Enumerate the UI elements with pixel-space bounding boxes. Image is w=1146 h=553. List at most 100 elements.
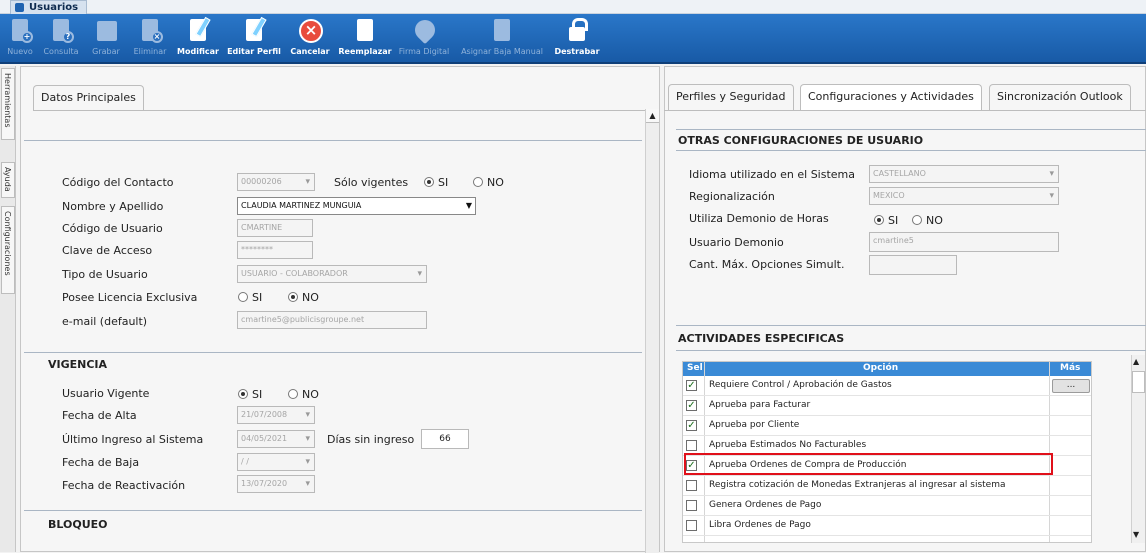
checkbox-checked-icon[interactable]: ✓	[686, 400, 697, 411]
scroll-up-arrow-icon[interactable]: ▲	[1133, 357, 1139, 366]
table-header: Sel Opción Más	[683, 362, 1091, 376]
demonio-si-radio[interactable]: SI	[874, 214, 898, 227]
table-row[interactable]: Genera Ordenes de Pago	[683, 496, 1091, 516]
fecha-reactivacion-field[interactable]: 13/07/2020	[237, 475, 315, 493]
section-divider	[676, 150, 1146, 151]
section-divider	[676, 129, 1146, 130]
codigo-usuario-field[interactable]: CMARTINE	[237, 219, 313, 237]
solo-vigentes-no-radio[interactable]: NO	[473, 176, 504, 189]
radio-label: NO	[302, 388, 319, 401]
table-row[interactable]: ✓ Aprueba por Cliente	[683, 416, 1091, 436]
signature-drop-icon	[410, 15, 440, 45]
assign-document-icon	[488, 17, 516, 45]
row-label: Genera Ordenes de Pago	[709, 500, 822, 510]
save-button-label: Grabar	[92, 47, 120, 56]
section-divider	[676, 350, 1146, 351]
radio-empty-icon	[473, 177, 483, 187]
usuario-demonio-field[interactable]: cmartine5	[869, 232, 1059, 252]
col-sel-header: Sel	[687, 363, 703, 373]
radio-label: NO	[487, 176, 504, 189]
query-document-icon: ?	[47, 17, 75, 45]
actividades-table: Sel Opción Más ✓ Requiere Control / Apro…	[682, 361, 1092, 543]
scroll-thumb[interactable]	[1132, 371, 1145, 393]
fecha-alta-label: Fecha de Alta	[62, 409, 137, 422]
scroll-up-arrow-icon[interactable]: ▲	[646, 109, 659, 123]
licencia-si-radio[interactable]: SI	[238, 291, 262, 304]
cant-max-field[interactable]	[869, 255, 957, 275]
table-row[interactable]: Registra cotización de Monedas Extranjer…	[683, 476, 1091, 496]
checkbox-empty-icon[interactable]	[686, 500, 697, 511]
assign-manual-deactivation-button[interactable]: Asignar Baja Manual	[454, 17, 550, 56]
radio-selected-icon	[424, 177, 434, 187]
radio-label: SI	[888, 214, 899, 227]
clave-field[interactable]: ********	[237, 241, 313, 259]
side-tab-herramientas[interactable]: Herramientas	[1, 68, 15, 140]
solo-vigentes-label: Sólo vigentes	[334, 176, 409, 189]
tipo-usuario-select[interactable]: USUARIO - COLABORADOR	[237, 265, 427, 283]
checkbox-empty-icon[interactable]	[686, 520, 697, 531]
assign-manual-deactivation-button-label: Asignar Baja Manual	[461, 47, 543, 56]
checkbox-checked-icon[interactable]: ✓	[686, 380, 697, 391]
radio-label: SI	[252, 291, 263, 304]
edit-document-icon	[184, 16, 212, 45]
demonio-no-radio[interactable]: NO	[912, 214, 943, 227]
licencia-no-radio[interactable]: NO	[288, 291, 319, 304]
section-divider	[24, 140, 642, 141]
save-disk-icon	[92, 17, 120, 45]
usuario-vigente-si-radio[interactable]: SI	[238, 388, 262, 401]
fecha-baja-label: Fecha de Baja	[62, 456, 140, 469]
more-options-button[interactable]: ...	[1052, 379, 1090, 393]
row-label: Registra cotización de Monedas Extranjer…	[709, 480, 1006, 490]
lock-icon	[563, 17, 591, 45]
radio-selected-icon	[238, 389, 248, 399]
cancel-button[interactable]: × Cancelar	[286, 17, 334, 56]
digital-signature-button-label: Firma Digital	[398, 47, 450, 56]
scroll-down-arrow-icon[interactable]: ▼	[1133, 530, 1139, 539]
regionalizacion-select[interactable]: MEXICO	[869, 187, 1059, 205]
dias-sin-ingreso-field[interactable]: 66	[421, 429, 469, 449]
radio-label: SI	[252, 388, 263, 401]
idioma-select[interactable]: CASTELLANO	[869, 165, 1059, 183]
tab-perfiles-seguridad[interactable]: Perfiles y Seguridad	[668, 84, 794, 110]
table-row[interactable]: ✓ Aprueba para Facturar	[683, 396, 1091, 416]
radio-label: SI	[438, 176, 449, 189]
query-button-label: Consulta	[43, 47, 79, 56]
solo-vigentes-si-radio[interactable]: SI	[424, 176, 448, 189]
edit-profile-button[interactable]: Editar Perfil	[224, 16, 284, 56]
fecha-alta-field[interactable]: 21/07/2008	[237, 406, 315, 424]
email-field[interactable]: cmartine5@publicisgroupe.net	[237, 311, 427, 329]
otras-config-title: OTRAS CONFIGURACIONES DE USUARIO	[678, 134, 924, 147]
replace-button[interactable]: Reemplazar	[336, 17, 394, 56]
tipo-usuario-label: Tipo de Usuario	[62, 268, 148, 281]
tab-datos-principales[interactable]: Datos Principales	[33, 85, 144, 111]
codigo-contacto-select[interactable]: 00000206	[237, 173, 315, 191]
tab-configuraciones-actividades[interactable]: Configuraciones y Actividades	[800, 84, 982, 110]
ultimo-ingreso-field[interactable]: 04/05/2021	[237, 430, 315, 448]
modify-button[interactable]: Modificar	[174, 16, 222, 56]
table-row[interactable]: Libra Ordenes de Pago	[683, 516, 1091, 536]
side-tab-ayuda[interactable]: Ayuda	[1, 162, 15, 198]
actividades-scrollbar[interactable]: ▲ ▼	[1131, 355, 1145, 543]
usuario-vigente-no-radio[interactable]: NO	[288, 388, 319, 401]
table-row[interactable]: ✓ Requiere Control / Aprobación de Gasto…	[683, 376, 1091, 396]
side-tab-configuraciones[interactable]: Configuraciones	[1, 206, 15, 294]
checkbox-empty-icon[interactable]	[686, 440, 697, 451]
nombre-select[interactable]: CLAUDIA MARTINEZ MUNGUIA	[237, 197, 476, 215]
fecha-baja-field[interactable]: / /	[237, 453, 315, 471]
radio-label: NO	[926, 214, 943, 227]
digital-signature-button[interactable]: Firma Digital	[396, 15, 452, 56]
tab-perfiles-seguridad-label: Perfiles y Seguridad	[676, 90, 786, 103]
side-tab-configuraciones-label: Configuraciones	[3, 211, 12, 276]
unlock-button[interactable]: Destrabar	[552, 17, 602, 56]
checkbox-checked-icon[interactable]: ✓	[686, 420, 697, 431]
new-button[interactable]: + Nuevo	[2, 17, 38, 56]
delete-button[interactable]: × Eliminar	[128, 17, 172, 56]
query-button[interactable]: ? Consulta	[40, 17, 82, 56]
save-button[interactable]: Grabar	[86, 17, 126, 56]
modify-button-label: Modificar	[177, 47, 219, 56]
radio-empty-icon	[912, 215, 922, 225]
checkbox-empty-icon[interactable]	[686, 480, 697, 491]
tab-sincronizacion-outlook[interactable]: Sincronización Outlook	[989, 84, 1131, 110]
left-scrollbar[interactable]: ▲	[645, 109, 659, 553]
window-tab-usuarios[interactable]: Usuarios	[10, 0, 88, 14]
